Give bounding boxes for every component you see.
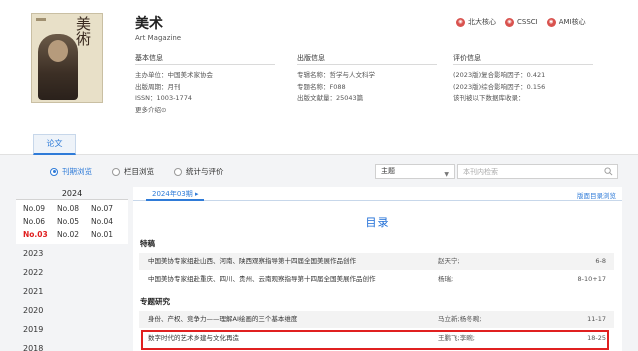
radio-label: 栏目浏览: [124, 167, 154, 176]
cssci-icon: ◉: [505, 17, 514, 27]
year-2019[interactable]: 2019: [16, 320, 128, 339]
more-intro-link[interactable]: 更多介绍⊙: [135, 104, 275, 116]
year-2018[interactable]: 2018: [16, 339, 128, 351]
divider: [453, 64, 593, 65]
info-row: ISSN：1003-1774: [135, 94, 192, 102]
radio-label: 刊期浏览: [62, 167, 92, 176]
peking-core-icon: ◉: [456, 17, 465, 27]
evaluation-info-heading: 评价信息: [453, 54, 481, 62]
article-pages: 11-17: [587, 315, 606, 323]
search-icon[interactable]: [604, 167, 613, 176]
issue-no04[interactable]: No.04: [88, 215, 120, 228]
issue-tab-bar: 2024年03期 ▸ 版面目录浏览: [133, 187, 622, 201]
article-pages: 8-10+17: [577, 275, 606, 283]
info-row: 该刊被以下数据库收录：: [453, 94, 525, 102]
article-pages: 6-8: [595, 257, 606, 265]
divider: [135, 64, 275, 65]
badge-label: AMI核心: [558, 18, 586, 26]
divider: [297, 64, 437, 65]
badge-peking-core[interactable]: ◉ 北大核心: [456, 17, 496, 27]
tab-papers[interactable]: 论文: [33, 134, 76, 155]
year-2022[interactable]: 2022: [16, 263, 128, 282]
article-author[interactable]: 马立新;杨冬畹;: [438, 311, 481, 328]
info-row: 出版文献量：25043篇: [297, 94, 364, 102]
article-author[interactable]: 赵天宁;: [438, 253, 460, 270]
article-row[interactable]: 身份、产权、竞争力——理解AI绘画的三个基本维度 马立新;杨冬畹; 11-17: [139, 311, 614, 328]
year-issue-sidebar: 2024 No.09 No.08 No.07 No.06 No.05 No.04…: [16, 187, 128, 351]
info-row: (2023版)综合影响因子：0.156: [453, 82, 546, 91]
issue-no08[interactable]: No.08: [54, 202, 86, 215]
info-row: 专辑名称：哲学与人文科学: [297, 71, 375, 79]
badge-cssci[interactable]: ◉ CSSCI: [505, 17, 538, 27]
publish-info: 出版信息 专辑名称：哲学与人文科学 专题名称：F088 出版文献量：25043篇: [297, 53, 437, 104]
issue-no09[interactable]: No.09: [20, 202, 52, 215]
journal-english-title: Art Magazine: [135, 34, 182, 42]
radio-statistics[interactable]: 统计与评价: [174, 166, 224, 177]
highlight-box: [141, 330, 609, 350]
radio-dot: [174, 167, 182, 176]
layout-toc-link[interactable]: 版面目录浏览: [577, 190, 616, 200]
issue-no07[interactable]: No.07: [88, 202, 120, 215]
issue-no06[interactable]: No.06: [20, 215, 52, 228]
search-field-select[interactable]: 主题 ▼: [375, 164, 455, 179]
badge-ami-core[interactable]: ◉ AMI核心: [546, 17, 586, 27]
cover-decoration: [36, 18, 46, 21]
basic-info-heading: 基本信息: [135, 54, 163, 62]
year-2021[interactable]: 2021: [16, 282, 128, 301]
chevron-down-icon: ▼: [444, 171, 449, 178]
radio-issue-browse[interactable]: 刊期浏览: [50, 166, 92, 177]
info-row: (2023版)复合影响因子：0.421: [453, 71, 546, 79]
cover-portrait-face: [48, 40, 68, 62]
evaluation-info: 评价信息 (2023版)复合影响因子：0.421 (2023版)综合影响因子：0…: [453, 53, 593, 104]
issue-no03[interactable]: No.03: [20, 228, 52, 241]
journal-title: 美术: [135, 16, 163, 32]
radio-dot: [112, 167, 120, 176]
search-box: [457, 164, 618, 179]
issue-tab-label: 2024年03期: [152, 190, 193, 198]
journal-cover-image[interactable]: 美 術: [31, 13, 103, 103]
toc-title: 目录: [365, 216, 390, 229]
section-heading: 特稿: [140, 239, 155, 248]
article-row[interactable]: 中国美协专家组赴山西、河南、陕西观察指导第十四届全国美展作品创作 赵天宁; 6-…: [139, 253, 614, 270]
current-year[interactable]: 2024: [16, 187, 128, 200]
issue-content: 2024年03期 ▸ 版面目录浏览 目录 特稿 中国美协专家组赴山西、河南、陕西…: [133, 187, 622, 351]
cover-title: 美 術: [76, 15, 93, 48]
tab-bar: 论文: [0, 134, 638, 155]
article-row[interactable]: 中国美协专家组赴重庆、四川、贵州、云南观察指导第十四届全国美展作品创作 杨瑞; …: [139, 271, 614, 288]
year-2023[interactable]: 2023: [16, 244, 128, 263]
index-badges: ◉ 北大核心 ◉ CSSCI ◉ AMI核心: [456, 17, 586, 27]
section-heading: 专题研究: [140, 297, 170, 306]
publish-info-heading: 出版信息: [297, 54, 325, 62]
journal-header: 美 術 美术 Art Magazine ◉ 北大核心 ◉ CSSCI ◉ AMI…: [0, 0, 638, 155]
info-row: 主办单位：中国美术家协会: [135, 71, 213, 79]
radio-dot: [50, 167, 58, 176]
select-value: 主题: [381, 167, 395, 175]
tab-issue-2024-03[interactable]: 2024年03期 ▸: [146, 187, 205, 201]
search-input[interactable]: [463, 165, 593, 178]
article-title[interactable]: 中国美协专家组赴重庆、四川、贵州、云南观察指导第十四届全国美展作品创作: [148, 271, 376, 288]
basic-info: 基本信息 主办单位：中国美术家协会 出版周期：月刊 ISSN：1003-1774…: [135, 53, 275, 115]
article-title[interactable]: 身份、产权、竞争力——理解AI绘画的三个基本维度: [148, 311, 297, 328]
issue-no02[interactable]: No.02: [54, 228, 86, 241]
year-2020[interactable]: 2020: [16, 301, 128, 320]
radio-label: 统计与评价: [186, 167, 224, 176]
badge-label: 北大核心: [468, 18, 496, 26]
issue-no05[interactable]: No.05: [54, 215, 86, 228]
issue-grid: No.09 No.08 No.07 No.06 No.05 No.04 No.0…: [16, 200, 128, 244]
article-author[interactable]: 杨瑞;: [438, 271, 453, 288]
ami-core-icon: ◉: [546, 17, 556, 27]
badge-label: CSSCI: [517, 18, 538, 26]
info-row: 专题名称：F088: [297, 82, 346, 91]
radio-column-browse[interactable]: 栏目浏览: [112, 166, 154, 177]
issue-no01[interactable]: No.01: [88, 228, 120, 241]
info-row: 出版周期：月刊: [135, 82, 181, 91]
article-title[interactable]: 中国美协专家组赴山西、河南、陕西观察指导第十四届全国美展作品创作: [148, 253, 356, 270]
